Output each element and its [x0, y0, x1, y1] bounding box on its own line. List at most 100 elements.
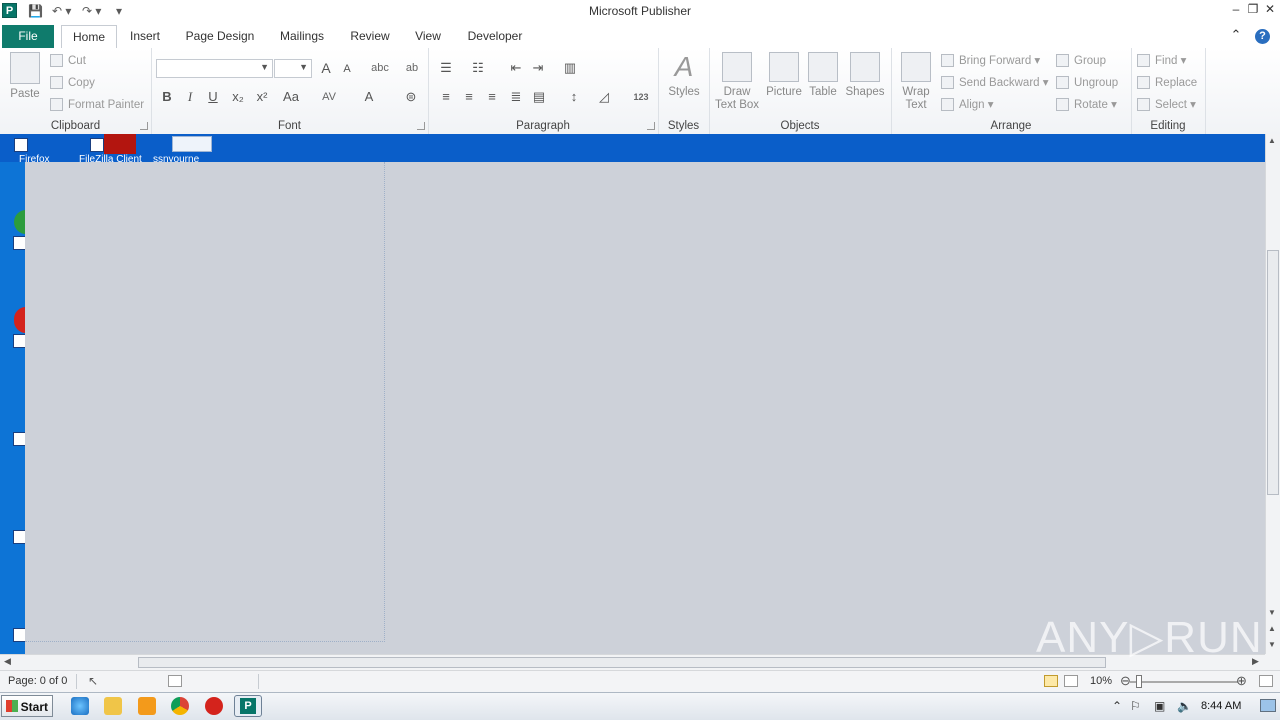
vertical-scroll-thumb[interactable]: [1267, 250, 1279, 495]
file-explorer-icon[interactable]: [104, 697, 122, 715]
font-name-dropdown[interactable]: ▼: [156, 59, 273, 78]
styles-group-label: Styles: [667, 120, 700, 132]
network-icon[interactable]: ▣: [1154, 699, 1165, 713]
paragraph-dialog-launcher[interactable]: [647, 122, 655, 130]
minimize-ribbon-icon[interactable]: ⌃: [1230, 27, 1241, 42]
grow-font-button[interactable]: A: [316, 58, 336, 78]
scroll-left-icon[interactable]: ◀: [4, 656, 11, 667]
shrink-font-button[interactable]: A: [337, 59, 357, 79]
chrome-icon[interactable]: [171, 697, 189, 715]
wrap-text-button[interactable]: Wrap Text: [895, 52, 937, 112]
zoom-level[interactable]: 10%: [1090, 675, 1112, 687]
publisher-taskbar-button[interactable]: P: [234, 695, 262, 717]
picture-icon: [769, 52, 799, 82]
line-spacing-button[interactable]: ↕: [564, 87, 584, 107]
tab-view[interactable]: View: [410, 24, 446, 48]
tab-review[interactable]: Review: [346, 24, 394, 48]
zoom-in-icon[interactable]: ⊕: [1236, 673, 1247, 689]
taskbar-clock[interactable]: 8:44 AM: [1201, 700, 1241, 712]
previous-page-icon[interactable]: ▲: [1268, 624, 1276, 633]
opera-icon[interactable]: [205, 697, 223, 715]
align-button[interactable]: Align ▾: [941, 95, 994, 115]
close-button[interactable]: ✕: [1262, 1, 1278, 17]
columns-button[interactable]: ▥: [560, 58, 580, 78]
tab-insert[interactable]: Insert: [124, 24, 166, 48]
shapes-button[interactable]: Shapes: [844, 52, 886, 99]
tab-developer[interactable]: Developer: [462, 24, 528, 48]
numbering-list-button[interactable]: ☷: [468, 58, 488, 78]
minimize-button[interactable]: –: [1228, 1, 1244, 17]
clear-formatting-button[interactable]: abc: [370, 58, 390, 78]
zoom-slider-track[interactable]: [1130, 681, 1238, 683]
table-button[interactable]: Table: [805, 52, 841, 99]
internet-explorer-icon[interactable]: [71, 697, 89, 715]
find-button[interactable]: Find ▾: [1137, 51, 1186, 71]
justify-button[interactable]: ≣: [506, 87, 526, 107]
copy-button[interactable]: Copy: [50, 73, 95, 93]
chrome-shortcut-icon[interactable]: [14, 210, 25, 234]
zoom-slider-knob[interactable]: [1136, 675, 1142, 688]
symbol-button[interactable]: ⊜: [401, 87, 421, 107]
cut-button[interactable]: Cut: [50, 51, 86, 71]
decrease-indent-button[interactable]: ⇤: [506, 58, 526, 78]
replace-icon: [1137, 76, 1150, 90]
bullets-button[interactable]: ☰: [436, 58, 456, 78]
page-count-indicator[interactable]: Page: 0 of 0: [8, 675, 67, 687]
show-desktop-icon[interactable]: [1260, 699, 1276, 712]
character-spacing-button[interactable]: AV: [316, 87, 342, 107]
help-icon[interactable]: ?: [1255, 29, 1270, 44]
tab-file[interactable]: File: [2, 25, 54, 48]
bold-button[interactable]: B: [157, 87, 177, 107]
document-shortcut-icon[interactable]: [172, 136, 212, 152]
replace-button[interactable]: Replace: [1137, 73, 1197, 93]
tab-home[interactable]: Home: [61, 25, 117, 50]
restore-button[interactable]: ❐: [1245, 1, 1261, 17]
scroll-down-icon[interactable]: ▼: [1268, 608, 1276, 617]
fit-page-icon[interactable]: [1259, 675, 1273, 687]
two-page-spread-icon[interactable]: [1064, 675, 1078, 687]
send-backward-button[interactable]: Send Backward ▾: [941, 73, 1049, 93]
align-right-button[interactable]: ≡: [482, 87, 502, 107]
font-size-dropdown[interactable]: ▼: [274, 59, 312, 78]
styles-button[interactable]: A Styles: [664, 52, 704, 99]
italic-button[interactable]: I: [180, 87, 200, 107]
vertical-scrollbar[interactable]: ▲ ▼ ▲ ▼: [1265, 134, 1280, 654]
font-dialog-launcher[interactable]: [417, 122, 425, 130]
horizontal-scroll-thumb[interactable]: [138, 657, 1106, 668]
ungroup-button[interactable]: Ungroup: [1056, 73, 1118, 93]
tab-page-design[interactable]: Page Design: [182, 24, 258, 48]
draw-text-box-button[interactable]: Draw Text Box: [714, 52, 760, 112]
scroll-up-icon[interactable]: ▲: [1268, 136, 1276, 145]
group-button[interactable]: Group: [1056, 51, 1106, 71]
firefox-shortcut-icon[interactable]: [14, 138, 28, 152]
clipboard-dialog-launcher[interactable]: [140, 122, 148, 130]
next-page-icon[interactable]: ▼: [1268, 640, 1276, 649]
subscript-button[interactable]: x₂: [228, 87, 248, 107]
action-center-flag-icon[interactable]: ⚐: [1130, 699, 1141, 713]
filezilla-shortcut-icon[interactable]: [90, 138, 104, 152]
tab-mailings[interactable]: Mailings: [274, 24, 330, 48]
distribute-button[interactable]: ▤: [529, 87, 549, 107]
opera-shortcut-icon[interactable]: [14, 307, 25, 333]
underline-button[interactable]: U: [203, 87, 223, 107]
align-left-button[interactable]: ≡: [436, 87, 456, 107]
media-player-icon[interactable]: [138, 697, 156, 715]
show-hidden-icons[interactable]: ⌃: [1112, 699, 1122, 713]
single-page-view-icon[interactable]: [1044, 675, 1058, 687]
select-button[interactable]: Select ▾: [1137, 95, 1196, 115]
increase-indent-button[interactable]: ⇥: [528, 58, 548, 78]
bring-forward-button[interactable]: Bring Forward ▾: [941, 51, 1040, 71]
rotate-button[interactable]: Rotate ▾: [1056, 95, 1117, 115]
picture-button[interactable]: Picture: [762, 52, 806, 99]
text-effects-button[interactable]: ab: [402, 58, 422, 78]
font-color-button[interactable]: A: [359, 87, 379, 107]
change-case-button[interactable]: Aa: [278, 87, 304, 107]
start-button[interactable]: Start: [1, 695, 53, 717]
number-style-button[interactable]: 123: [631, 87, 651, 107]
superscript-button[interactable]: x²: [252, 87, 272, 107]
paragraph-shading-button[interactable]: ◿: [594, 87, 614, 107]
format-painter-button[interactable]: Format Painter: [50, 95, 144, 115]
volume-icon[interactable]: 🔈: [1177, 699, 1192, 713]
paste-button[interactable]: Paste: [6, 52, 44, 101]
center-button[interactable]: ≡: [459, 87, 479, 107]
